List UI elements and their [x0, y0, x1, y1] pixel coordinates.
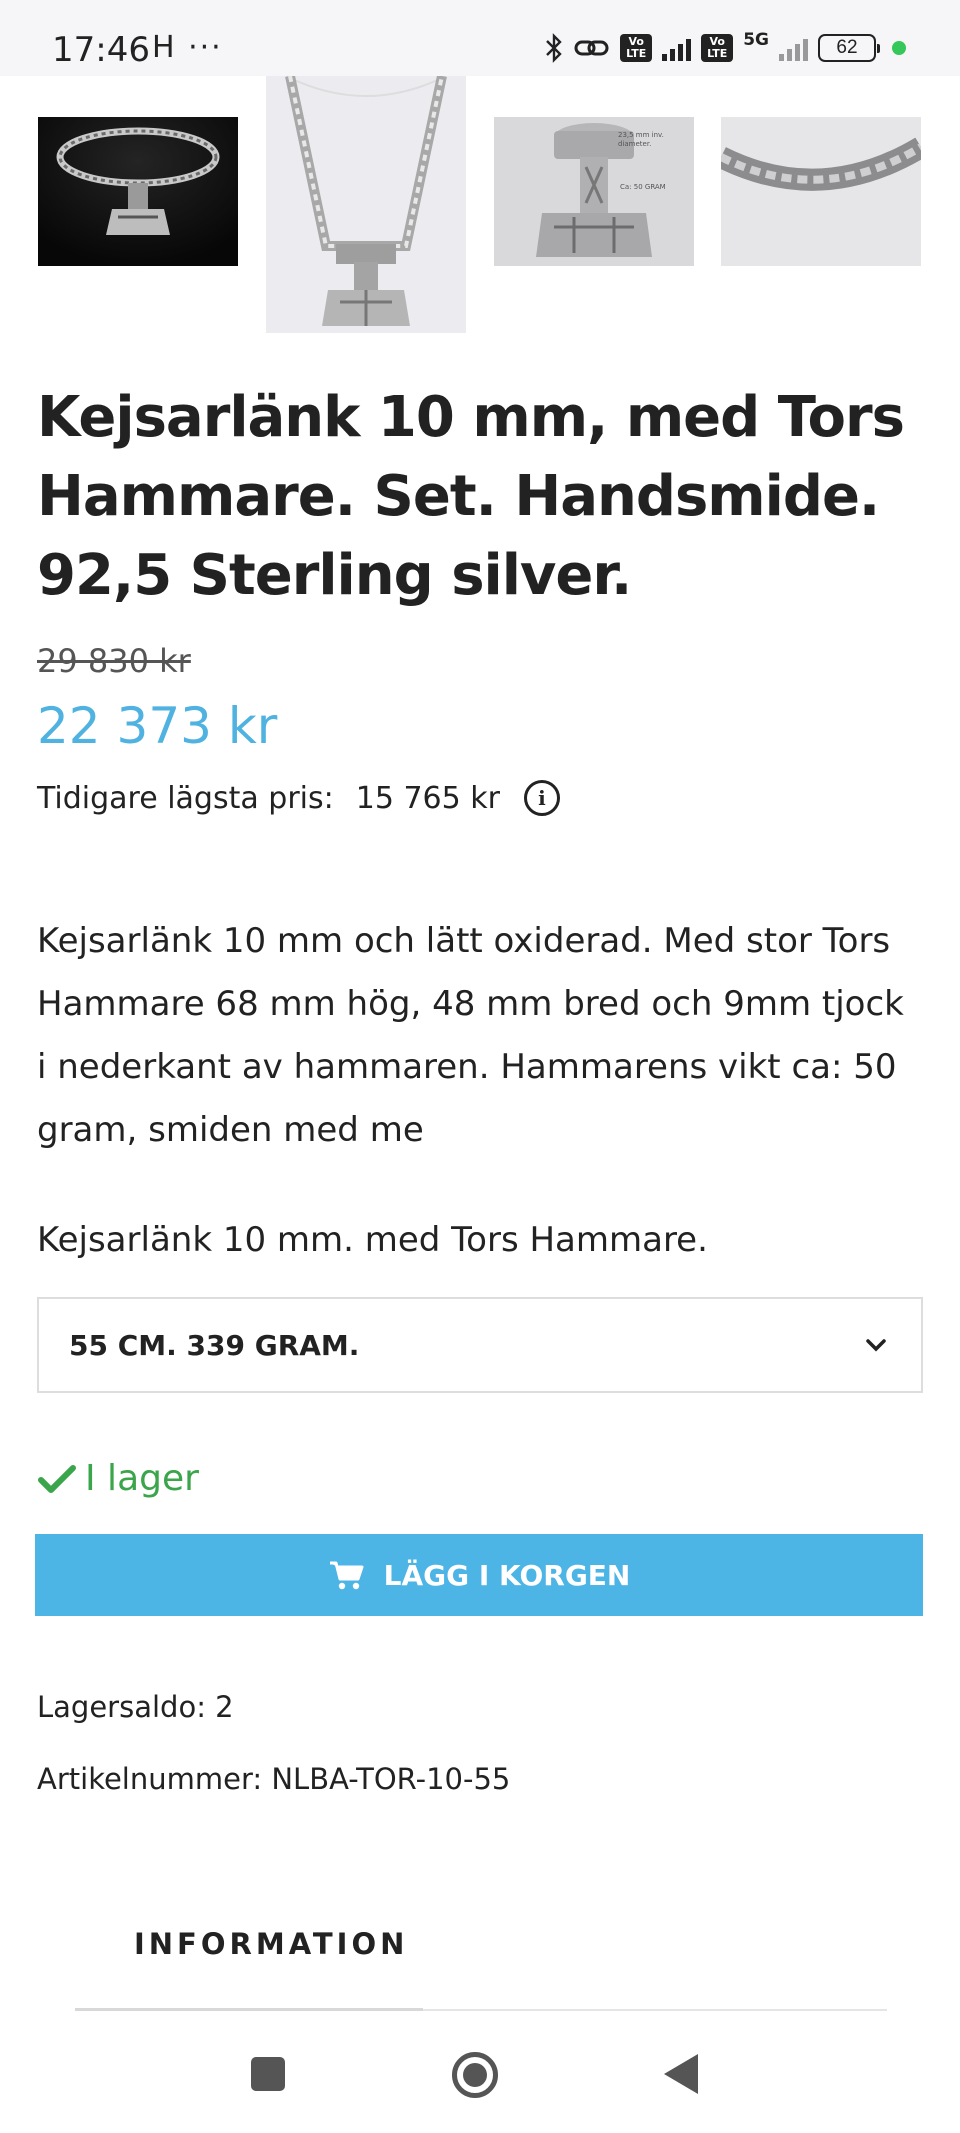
thumbnail-1[interactable]: [38, 117, 238, 266]
bluetooth-icon: [544, 33, 564, 63]
stock-status: I lager: [37, 1458, 199, 1499]
home-icon[interactable]: [452, 2052, 498, 2098]
thumbnail-3-weight: Ca: 50 GRAM: [620, 183, 666, 191]
lowest-price-row: Tidigare lägsta pris: 15 765 kr i: [37, 780, 560, 816]
thumbnail-2-selected[interactable]: [266, 76, 466, 333]
thumbnail-3[interactable]: 23,5 mm inv. diameter. Ca: 50 GRAM: [494, 117, 694, 266]
product-description: Kejsarlänk 10 mm och lätt oxiderad. Med …: [37, 921, 904, 1150]
sale-price: 22 373 kr: [37, 697, 278, 755]
privacy-dot: [892, 41, 906, 55]
article-number: Artikelnummer: NLBA-TOR-10-55: [37, 1762, 511, 1796]
recents-icon[interactable]: [251, 2057, 285, 2091]
info-icon[interactable]: i: [523, 780, 560, 816]
thumbnail-4[interactable]: [721, 117, 921, 266]
tab-information[interactable]: INFORMATION: [134, 1927, 408, 1961]
signal-icon: [662, 35, 692, 61]
tab-active-indicator: [75, 2008, 423, 2011]
variant-select[interactable]: 55 CM. 339 GRAM.: [37, 1297, 923, 1393]
status-bar: 17:46 H ··· Vo LTE Vo LTE 5G 62: [0, 0, 960, 76]
check-icon: [38, 1464, 76, 1493]
link-icon: [574, 35, 610, 61]
volte-icon: Vo LTE: [620, 34, 653, 62]
cart-icon: [329, 1561, 364, 1590]
original-price: 29 830 kr: [37, 642, 191, 680]
add-to-cart-button[interactable]: LÄGG I KORGEN: [35, 1534, 923, 1616]
add-to-cart-label: LÄGG I KORGEN: [383, 1558, 631, 1592]
lowest-price-value: 15 765 kr: [355, 780, 500, 816]
signal-icon-2: [779, 35, 808, 61]
chevron-down-icon: [861, 1330, 891, 1360]
status-icons: Vo LTE Vo LTE 5G 62: [544, 28, 906, 68]
image-gallery: 23,5 mm inv. diameter. Ca: 50 GRAM: [0, 76, 960, 336]
stock-status-label: I lager: [85, 1458, 199, 1499]
network-type: 5G: [743, 30, 769, 50]
back-icon[interactable]: [664, 2054, 698, 2094]
battery-icon: 62: [818, 34, 880, 62]
variant-selected-value: 55 CM. 339 GRAM.: [69, 1328, 360, 1362]
variant-heading: Kejsarlänk 10 mm. med Tors Hammare.: [37, 1220, 708, 1260]
status-time: 17:46: [52, 30, 150, 70]
thumbnail-3-caption: 23,5 mm inv. diameter.: [618, 131, 664, 148]
product-title: Kejsarlänk 10 mm, med Tors Hammare. Set.…: [37, 385, 905, 608]
lowest-price-label: Tidigare lägsta pris:: [37, 780, 334, 816]
notification-icons: H ···: [152, 30, 223, 65]
stock-count: Lagersaldo: 2: [37, 1690, 234, 1724]
volte-icon-2: Vo LTE: [701, 34, 734, 62]
